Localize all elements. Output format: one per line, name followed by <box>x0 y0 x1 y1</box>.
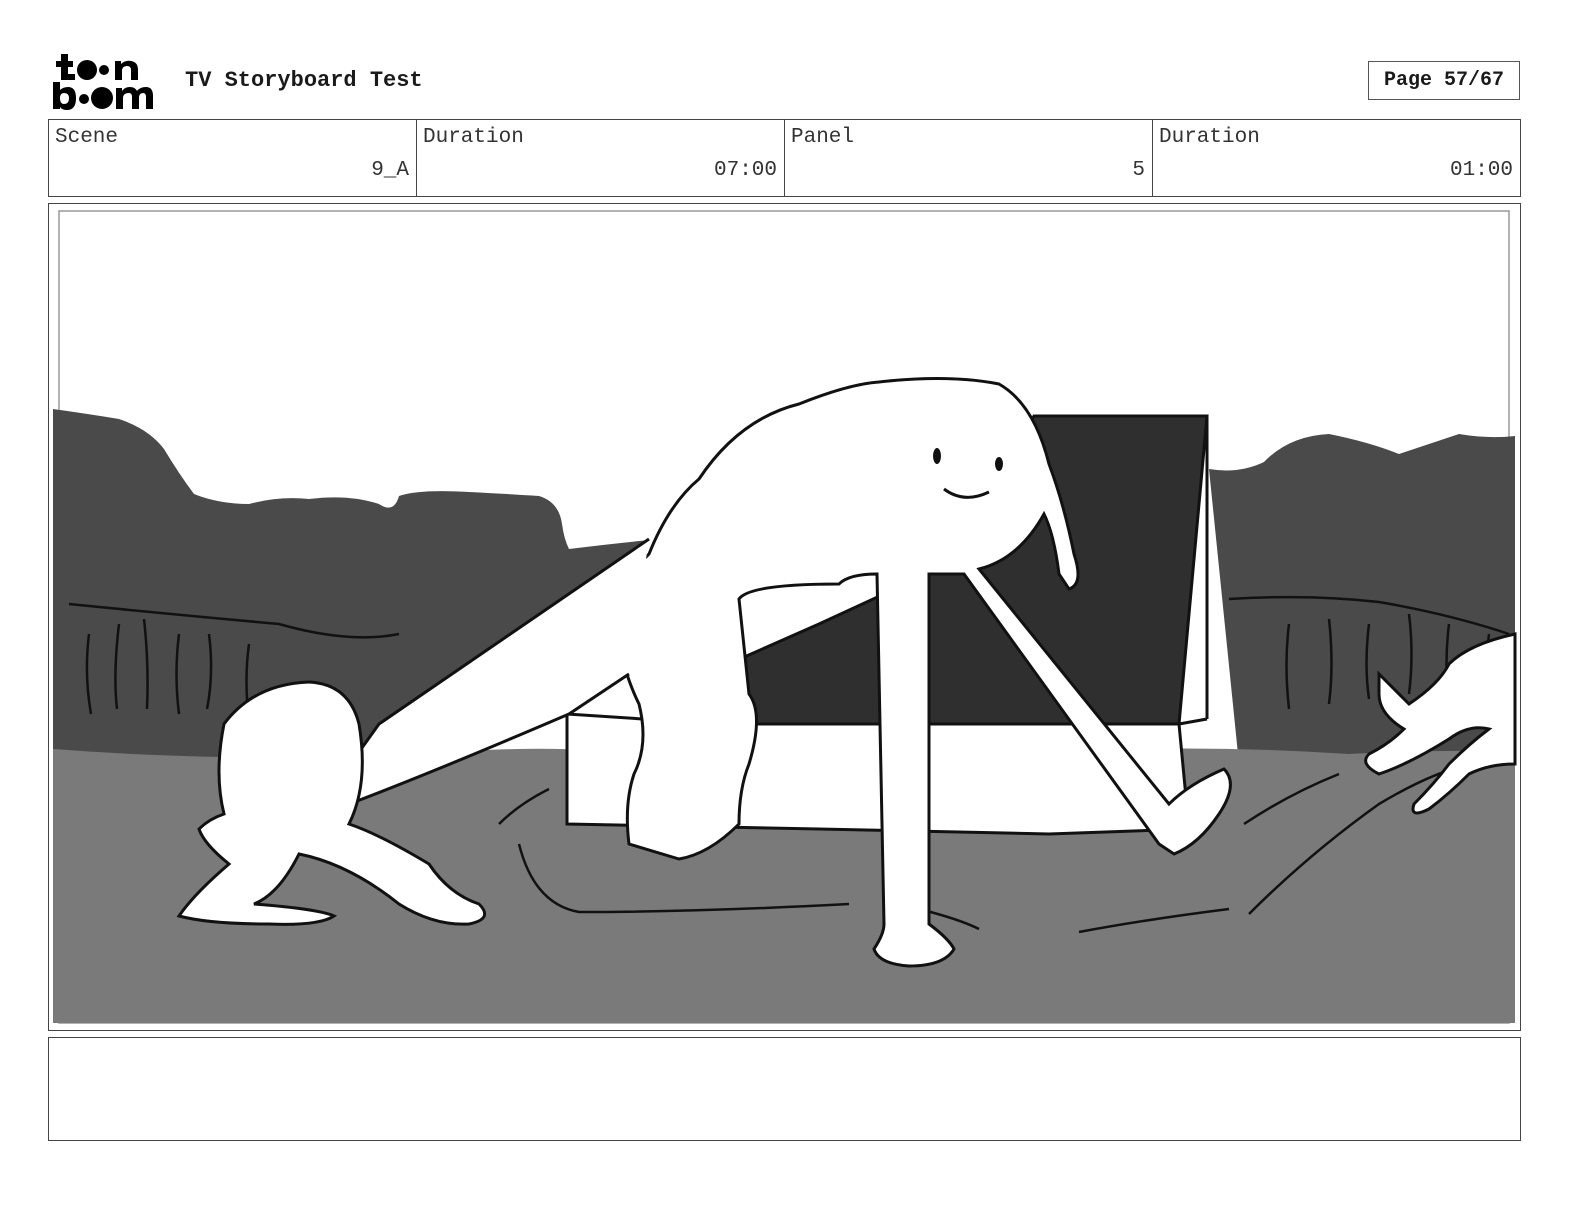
scene-label: Scene <box>55 126 119 149</box>
panel-cell: Panel 5 <box>785 120 1153 196</box>
toon-boom-logo <box>52 52 164 112</box>
storyboard-panel <box>48 203 1521 1031</box>
scene-info-table: Scene 9_A Duration 07:00 Panel 5 Duratio… <box>48 119 1521 197</box>
scene-cell: Scene 9_A <box>49 120 417 196</box>
document-title: TV Storyboard Test <box>185 68 423 93</box>
panel-notes-box <box>48 1037 1521 1141</box>
page-indicator: Page 57/67 <box>1368 61 1520 100</box>
storyboard-sketch-image <box>49 204 1520 1030</box>
scene-value: 9_A <box>371 159 409 182</box>
scene-duration-value: 07:00 <box>713 159 777 182</box>
panel-duration-label: Duration <box>1159 126 1260 149</box>
panel-duration-cell: Duration 01:00 <box>1153 120 1520 196</box>
scene-duration-label: Duration <box>423 126 524 149</box>
toon-boom-logo-icon <box>53 54 153 110</box>
panel-duration-value: 01:00 <box>1449 159 1513 182</box>
scene-duration-cell: Duration 07:00 <box>417 120 785 196</box>
panel-value: 5 <box>1132 159 1145 182</box>
panel-label: Panel <box>791 126 855 149</box>
